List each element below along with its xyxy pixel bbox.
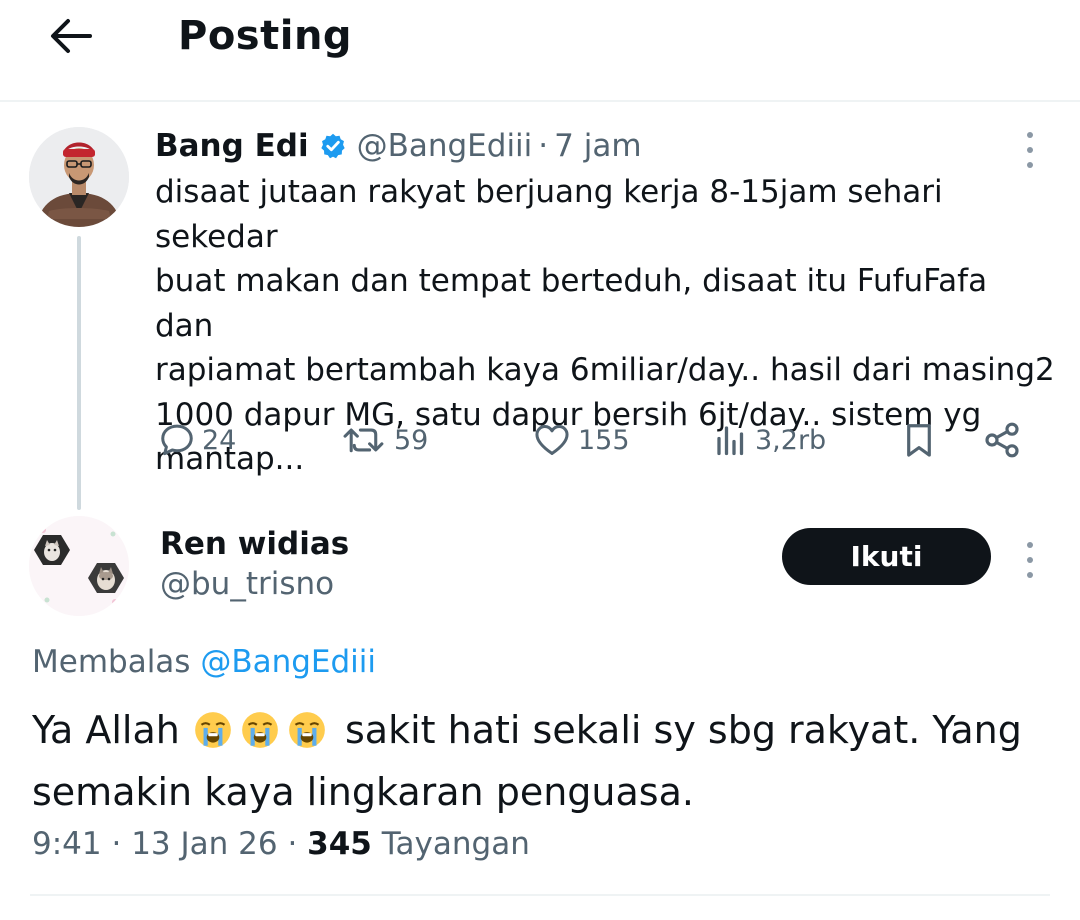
- bookmark-icon: [907, 424, 931, 457]
- replying-to-mention[interactable]: @BangEdiii: [200, 644, 376, 680]
- arrow-left-icon: [51, 19, 92, 53]
- header-divider: [0, 100, 1080, 102]
- reply-text-rest: sakit hati sekali sy sbg rakyat. Yang se…: [32, 708, 1022, 814]
- more-dot: [1027, 132, 1033, 138]
- reply-more-options-button[interactable]: [1020, 540, 1040, 580]
- reply-count: 24: [202, 424, 237, 456]
- heart-icon: [535, 425, 569, 455]
- man-portrait-icon: [29, 127, 129, 227]
- reply-date[interactable]: 13 Jan 26: [131, 826, 277, 862]
- avatar-bang-edi[interactable]: [29, 127, 129, 227]
- more-options-button[interactable]: [1020, 130, 1040, 170]
- more-dot: [1027, 162, 1033, 168]
- back-button[interactable]: [40, 12, 100, 60]
- more-dot: [1027, 147, 1033, 153]
- reply-meta: 9:41 · 13 Jan 26 · 345 Tayangan: [32, 822, 530, 866]
- top-bar: Posting: [0, 0, 1080, 100]
- more-dot: [1027, 557, 1033, 563]
- replying-to-label: Membalas: [32, 644, 191, 680]
- bottom-divider: [30, 894, 1050, 896]
- like-count: 155: [578, 424, 630, 456]
- views-button[interactable]: 3,2rb: [713, 416, 826, 464]
- reply-text-start: Ya Allah: [32, 708, 180, 752]
- share-icon: [985, 422, 1019, 458]
- views-chart-icon: [717, 426, 744, 456]
- author-handle[interactable]: @BangEdiii: [357, 128, 533, 164]
- post-timestamp[interactable]: 7 jam: [554, 128, 641, 164]
- post-author-row: Bang Edi @BangEdiii · 7 jam: [155, 124, 642, 168]
- crying-face-icon: [239, 709, 281, 765]
- post-detail-page: Posting Bang Edi @BangEdiii · 7 jam disa…: [0, 0, 1080, 920]
- views-count: 3,2rb: [755, 424, 827, 456]
- avatar-ren-widias[interactable]: [29, 516, 129, 616]
- crying-face-icon: [192, 709, 234, 765]
- reply-button[interactable]: 24: [158, 416, 236, 464]
- separator-dot: ·: [538, 128, 549, 164]
- replying-to: Membalas @BangEdiii: [32, 640, 376, 684]
- reply-views-count: 345: [307, 826, 372, 862]
- reply-time[interactable]: 9:41: [32, 826, 102, 862]
- bookmark-button[interactable]: [900, 416, 938, 464]
- follow-button[interactable]: Ikuti: [782, 528, 991, 585]
- meta-separator: ·: [287, 826, 308, 862]
- post-actions: 24 59 155 3,2rb: [0, 410, 1080, 470]
- reply-views-label: Tayangan: [381, 826, 530, 862]
- author-name[interactable]: Bang Edi: [155, 128, 309, 164]
- cat-collage-icon: [29, 516, 129, 616]
- repost-icon: [343, 428, 384, 453]
- page-title: Posting: [178, 13, 353, 59]
- reply-text: Ya Allah sakit hati sekali sy sbg rakyat…: [32, 703, 1052, 819]
- reply-author-name[interactable]: Ren widias: [160, 522, 349, 566]
- more-dot: [1027, 542, 1033, 548]
- reply-author-handle[interactable]: @bu_trisno: [160, 562, 334, 606]
- meta-separator: ·: [111, 826, 132, 862]
- crying-face-icon: [286, 709, 328, 765]
- like-button[interactable]: 155: [532, 416, 630, 464]
- reply-icon: [161, 424, 193, 456]
- repost-button[interactable]: 59: [342, 416, 428, 464]
- repost-count: 59: [394, 424, 429, 456]
- share-button[interactable]: [982, 416, 1022, 464]
- more-dot: [1027, 572, 1033, 578]
- verified-badge-icon: [319, 132, 347, 160]
